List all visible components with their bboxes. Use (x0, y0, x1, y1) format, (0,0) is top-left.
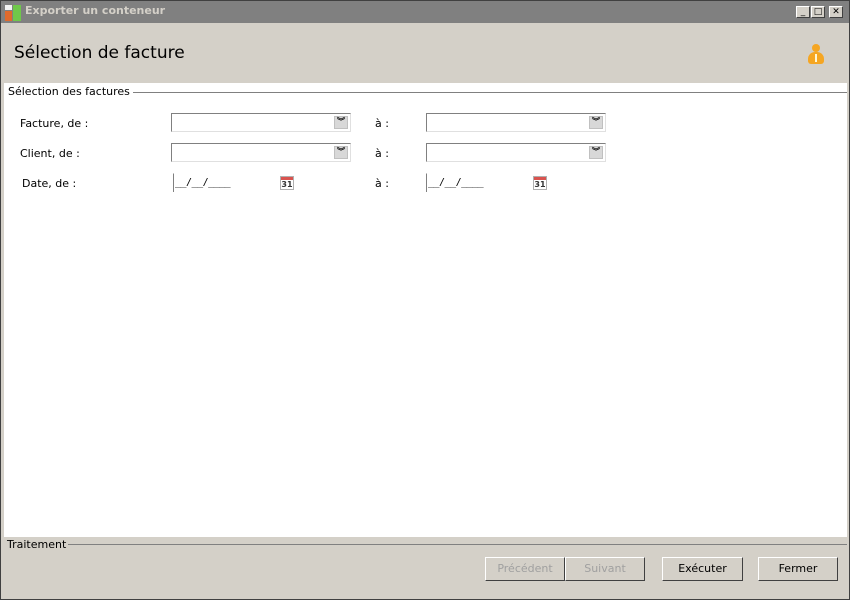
processing-panel: Traitement Précédent Suivant Exécuter Fe… (1, 537, 849, 599)
date-from-mask: __/__/____ (175, 177, 231, 188)
footer-divider (61, 544, 847, 545)
previous-button[interactable]: Précédent (485, 557, 565, 581)
date-to-label: à : (375, 177, 389, 190)
execute-button[interactable]: Exécuter (662, 557, 743, 581)
page-title: Sélection de facture (14, 43, 185, 63)
footer-title: Traitement (7, 538, 69, 551)
calendar-icon[interactable]: 31 (533, 176, 547, 190)
calendar-icon[interactable]: 31 (280, 176, 294, 190)
client-to-label: à : (375, 147, 389, 160)
chevron-down-icon[interactable]: ︾ (589, 146, 603, 159)
date-from-input[interactable]: __/__/____ 31 (173, 173, 295, 192)
selection-panel: Sélection des factures Facture, de : ︾ à… (4, 83, 847, 537)
invoice-to-combo[interactable]: ︾ (426, 113, 606, 132)
invoice-from-label: Facture, de : (20, 117, 89, 130)
date-to-mask: __/__/____ (428, 177, 484, 188)
chevron-down-icon[interactable]: ︾ (334, 146, 348, 159)
page-header: Sélection de facture (1, 23, 849, 83)
client-to-combo[interactable]: ︾ (426, 143, 606, 162)
groupbox-divider (8, 92, 847, 93)
app-icon (5, 5, 21, 21)
next-button[interactable]: Suivant (565, 557, 645, 581)
invoice-to-label: à : (375, 117, 389, 130)
groupbox-title: Sélection des factures (8, 85, 133, 98)
title-bar[interactable]: Exporter un conteneur _ □ ✕ (1, 1, 849, 23)
window-title: Exporter un conteneur (25, 4, 166, 17)
chevron-down-icon[interactable]: ︾ (589, 116, 603, 129)
date-to-input[interactable]: __/__/____ 31 (426, 173, 548, 192)
close-button[interactable]: Fermer (758, 557, 838, 581)
user-icon[interactable] (807, 44, 825, 66)
maximize-button[interactable]: □ (811, 6, 825, 18)
minimize-button[interactable]: _ (796, 6, 810, 18)
chevron-down-icon[interactable]: ︾ (334, 116, 348, 129)
client-from-label: Client, de : (20, 147, 80, 160)
client-from-combo[interactable]: ︾ (171, 143, 351, 162)
close-window-button[interactable]: ✕ (829, 6, 843, 18)
invoice-from-combo[interactable]: ︾ (171, 113, 351, 132)
export-window: Exporter un conteneur _ □ ✕ Sélection de… (0, 0, 850, 600)
date-from-label: Date, de : (22, 177, 77, 190)
